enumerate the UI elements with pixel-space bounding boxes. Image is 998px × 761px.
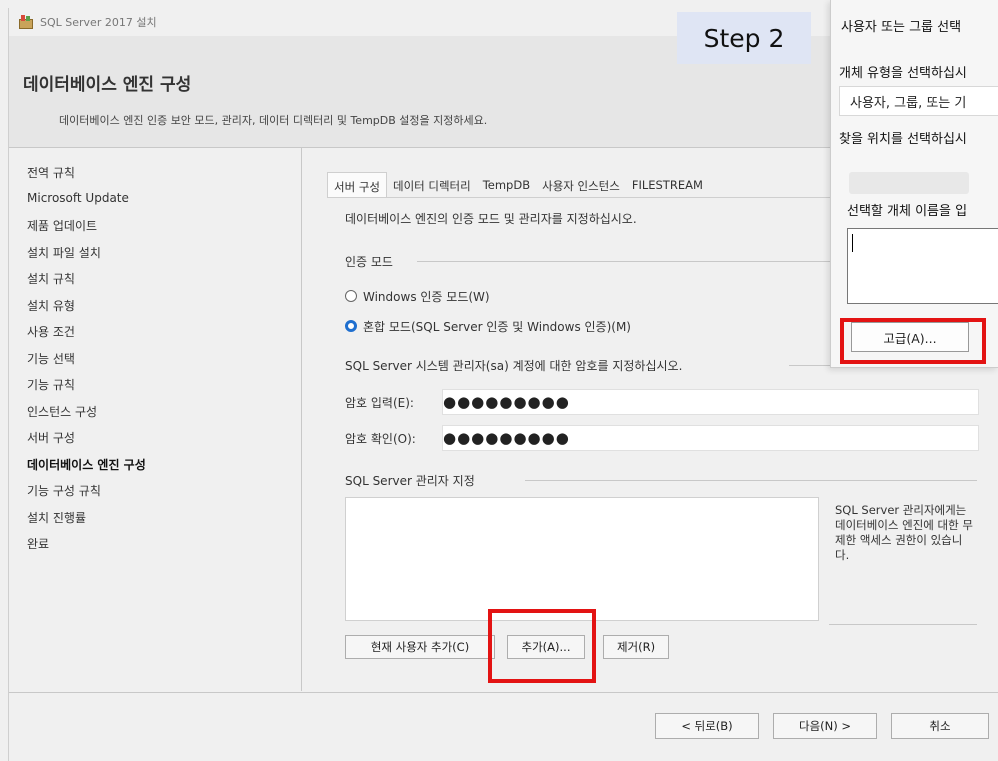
admin-group-label: SQL Server 관리자 지정 <box>345 474 475 488</box>
mixed-auth-label[interactable]: 혼합 모드(SQL Server 인증 및 Windows 인증)(M) <box>363 318 631 335</box>
add-current-user-button[interactable]: 현재 사용자 추가(C) <box>345 635 495 659</box>
page-title: 데이터베이스 엔진 구성 <box>23 75 192 95</box>
step-badge: Step 2 <box>677 12 811 64</box>
sa-password-prompt: SQL Server 시스템 관리자(sa) 계정에 대한 암호를 지정하십시오… <box>345 359 683 373</box>
sidebar-item-instance-configuration[interactable]: 인스턴스 구성 <box>27 403 301 430</box>
windows-auth-radio[interactable] <box>345 290 357 302</box>
hint-divider <box>829 624 977 625</box>
password-input[interactable]: ●●●●●●●●● <box>442 389 979 415</box>
panel-intro: 데이터베이스 엔진의 인증 모드 및 관리자를 지정하십시오. <box>345 212 637 226</box>
sidebar-item-feature-selection[interactable]: 기능 선택 <box>27 350 301 377</box>
admin-list[interactable] <box>345 497 819 621</box>
sidebar-item-feature-configuration-rules[interactable]: 기능 구성 규칙 <box>27 482 301 509</box>
text-caret <box>852 234 853 252</box>
window-title: SQL Server 2017 설치 <box>40 16 157 29</box>
tab-tempdb[interactable]: TempDB <box>477 172 536 198</box>
confirm-password-input[interactable]: ●●●●●●●●● <box>442 425 979 451</box>
windows-auth-label[interactable]: Windows 인증 모드(W) <box>363 288 490 305</box>
mixed-auth-radio[interactable] <box>345 320 357 332</box>
sidebar-item-feature-rules[interactable]: 기능 규칙 <box>27 376 301 403</box>
sidebar-item-license-terms[interactable]: 사용 조건 <box>27 323 301 350</box>
sidebar-item-server-configuration[interactable]: 서버 구성 <box>27 429 301 456</box>
sidebar-item-product-updates[interactable]: 제품 업데이트 <box>27 217 301 244</box>
sidebar-item-install-rules[interactable]: 설치 규칙 <box>27 270 301 297</box>
page-subtitle: 데이터베이스 엔진 인증 보안 모드, 관리자, 데이터 디렉터리 및 Temp… <box>59 114 488 127</box>
sidebar-item-microsoft-update[interactable]: Microsoft Update <box>27 191 301 218</box>
tab-user-instances[interactable]: 사용자 인스턴스 <box>536 172 626 198</box>
sidebar-item-database-engine-configuration[interactable]: 데이터베이스 엔진 구성 <box>27 456 301 483</box>
password-label: 암호 입력(E): <box>345 396 414 410</box>
tab-server-configuration[interactable]: 서버 구성 <box>327 172 387 198</box>
sidebar-item-complete[interactable]: 완료 <box>27 535 301 562</box>
location-label: 찾을 위치를 선택하십시 <box>839 132 967 147</box>
confirm-password-label: 암호 확인(O): <box>345 432 416 446</box>
tab-data-directories[interactable]: 데이터 디렉터리 <box>387 172 477 198</box>
steps-sidebar: 전역 규칙 Microsoft Update 제품 업데이트 설치 파일 설치 … <box>9 148 302 691</box>
tab-filestream[interactable]: FILESTREAM <box>626 172 709 198</box>
remove-button[interactable]: 제거(R) <box>603 635 669 659</box>
sidebar-item-installation-type[interactable]: 설치 유형 <box>27 297 301 324</box>
location-field-blurred <box>849 172 969 194</box>
object-type-field: 사용자, 그룹, 또는 기 <box>839 86 998 116</box>
admin-divider <box>525 480 977 481</box>
sidebar-item-global-rules[interactable]: 전역 규칙 <box>27 164 301 191</box>
auth-mode-group-label: 인증 모드 <box>345 255 393 269</box>
sidebar-item-install-setup-files[interactable]: 설치 파일 설치 <box>27 244 301 271</box>
tab-strip: 서버 구성 데이터 디렉터리 TempDB 사용자 인스턴스 FILESTREA… <box>327 172 709 198</box>
dialog-title: 사용자 또는 그룹 선택 <box>841 20 962 35</box>
cancel-button[interactable]: 취소 <box>891 713 989 739</box>
object-type-label: 개체 유형을 선택하십시 <box>839 66 967 81</box>
back-button[interactable]: < 뒤로(B) <box>655 713 759 739</box>
wizard-footer: < 뒤로(B) 다음(N) > 취소 <box>9 692 998 761</box>
select-users-or-groups-dialog: 사용자 또는 그룹 선택 개체 유형을 선택하십시 사용자, 그룹, 또는 기 … <box>830 0 998 368</box>
sql-server-setup-icon <box>19 15 33 29</box>
object-names-input[interactable] <box>847 228 998 304</box>
object-names-label: 선택할 개체 이름을 입 <box>847 204 968 219</box>
advanced-button-highlight <box>840 318 986 364</box>
sidebar-item-installation-progress[interactable]: 설치 진행률 <box>27 509 301 536</box>
add-button-highlight <box>488 609 596 683</box>
next-button[interactable]: 다음(N) > <box>773 713 877 739</box>
admin-hint: SQL Server 관리자에게는 데이터베이스 엔진에 대한 무제한 액세스 … <box>835 503 973 562</box>
